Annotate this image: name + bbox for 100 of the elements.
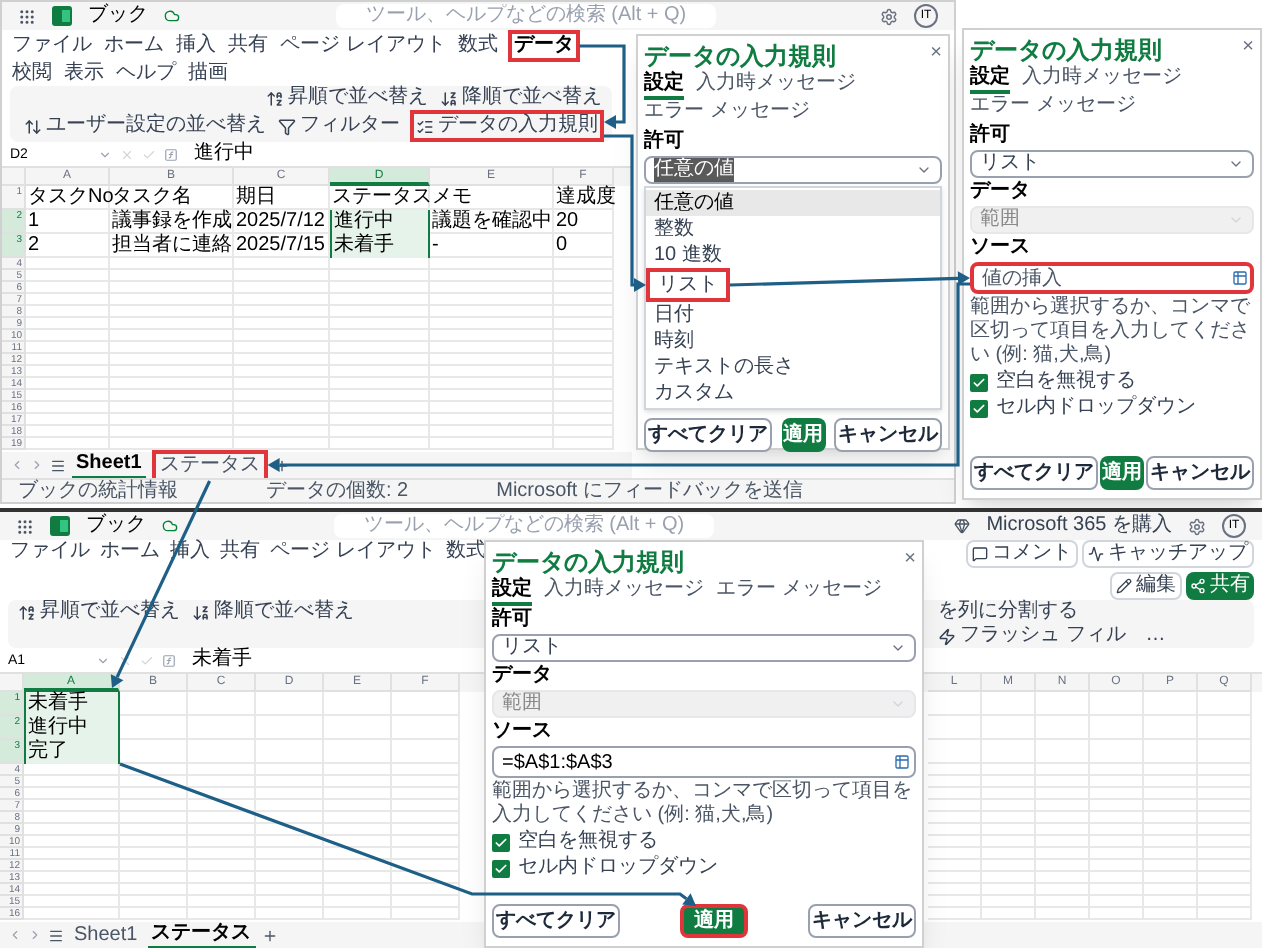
formula-value[interactable]: 進行中	[194, 142, 254, 166]
ribbon-button[interactable]: ユーザー設定の並べ替え	[22, 114, 268, 138]
next-icon[interactable]	[28, 928, 42, 942]
empty-cell	[928, 716, 982, 740]
ribbon-button[interactable]: フィルター	[276, 114, 402, 138]
dialog-button[interactable]: キャンセル	[834, 418, 942, 452]
function-icon[interactable]	[162, 653, 176, 667]
dialog-button[interactable]: すべてクリア	[970, 456, 1098, 490]
dropdown-option[interactable]: 整数	[646, 216, 702, 242]
dropdown-option[interactable]: 任意の値	[646, 190, 940, 216]
dropdown-option[interactable]: 時刻	[646, 328, 702, 354]
status-text: データの個数: 2	[266, 479, 409, 503]
formula-value[interactable]: 未着手	[192, 648, 252, 672]
sheet-tab[interactable]: Sheet1	[70, 923, 142, 947]
sort-ascending-icon	[18, 603, 36, 621]
next-icon[interactable]	[30, 458, 44, 472]
app-launcher-icon[interactable]	[16, 517, 34, 535]
ribbon-button[interactable]: 昇順で並べ替え	[264, 86, 430, 110]
dialog-title: データの入力規則	[492, 550, 684, 576]
add-sheet-icon[interactable]	[261, 927, 278, 943]
sheet-tab[interactable]: ステータス	[147, 921, 256, 948]
close-button[interactable]: ×	[904, 550, 916, 570]
ribbon-button[interactable]: フラッシュ フィル	[936, 624, 1128, 648]
table-cell: 期日	[234, 186, 330, 210]
menu-tab[interactable]: 表示	[62, 62, 106, 86]
range-picker-icon[interactable]	[1232, 270, 1248, 286]
menu-tab[interactable]: 挿入	[174, 34, 218, 58]
dialog-tab[interactable]: 設定	[644, 72, 684, 100]
ribbon-button[interactable]: …	[1143, 624, 1168, 648]
hint-text: 範囲から選択するか、コンマで区切って項目を入力してください (例: 猫,犬,鳥)	[492, 780, 914, 828]
close-button[interactable]: ×	[930, 44, 942, 64]
dropdown-option[interactable]: リスト	[646, 268, 730, 302]
menu-tab[interactable]: 共有	[226, 34, 270, 58]
menu-tab[interactable]: 校閲	[10, 62, 54, 86]
comment-icon	[972, 546, 988, 562]
toolbar-button[interactable]: キャッチアップ	[1082, 540, 1254, 568]
menu-tab[interactable]: ホーム	[102, 34, 166, 58]
dropdown-option[interactable]: 10 進数	[646, 242, 730, 268]
dialog-tab[interactable]: 設定	[970, 66, 1010, 94]
menu-tab[interactable]: ページ レイアウト	[268, 540, 438, 564]
dialog-tab[interactable]: エラー メッセージ	[716, 578, 882, 606]
dialog-tab[interactable]: 設定	[492, 578, 532, 606]
settings-icon[interactable]	[880, 7, 898, 25]
dialog-tab[interactable]: エラー メッセージ	[644, 100, 810, 128]
dialog-button[interactable]: キャンセル	[1146, 456, 1254, 490]
dropdown-option[interactable]: 日付	[646, 302, 702, 328]
caret-icon[interactable]	[96, 653, 110, 667]
dialog-tab[interactable]: 入力時メッセージ	[544, 578, 704, 606]
checkbox[interactable]	[492, 833, 510, 851]
apply-button[interactable]: 適用	[1100, 456, 1144, 490]
ribbon-button[interactable]: 降順で並べ替え	[190, 600, 356, 624]
dropdown[interactable]: 任意の値	[644, 156, 942, 184]
ribbon-button[interactable]: 降順で並べ替え	[438, 86, 604, 110]
menu-tab[interactable]: 数式	[455, 34, 500, 58]
dialog-tab[interactable]: エラー メッセージ	[970, 94, 1136, 122]
toolbar-button[interactable]: コメント	[966, 540, 1078, 568]
table-cell: 進行中	[330, 210, 430, 234]
checkbox[interactable]	[492, 859, 510, 877]
app-launcher-icon[interactable]	[18, 7, 36, 25]
menu-tab[interactable]: ページ レイアウト	[278, 34, 448, 58]
source-field[interactable]: 値の挿入	[970, 262, 1254, 294]
menu-tab[interactable]: ヘルプ	[114, 62, 178, 86]
check-icon[interactable]	[142, 147, 156, 161]
cancel-icon[interactable]	[118, 653, 132, 667]
apply-button[interactable]: 適用	[781, 418, 825, 452]
function-icon[interactable]	[164, 147, 178, 161]
dropdown-option[interactable]: カスタム	[646, 380, 742, 406]
dialog-tab[interactable]: 入力時メッセージ	[1022, 66, 1182, 94]
close-button[interactable]: ×	[1242, 38, 1254, 58]
dialog-button[interactable]: すべてクリア	[644, 418, 772, 452]
range-picker-icon[interactable]	[894, 754, 910, 770]
dialog-button[interactable]: キャンセル	[808, 904, 916, 938]
menu-tab[interactable]: ファイル	[10, 34, 94, 58]
previous-icon[interactable]	[10, 458, 24, 472]
menu-tab[interactable]: ファイル	[8, 540, 92, 564]
promo-link[interactable]: Microsoft 365 を購入	[986, 514, 1172, 538]
check-icon[interactable]	[140, 653, 154, 667]
diamond-icon	[954, 518, 971, 534]
dialog-button[interactable]: すべてクリア	[492, 904, 620, 938]
dropdown-option[interactable]: テキストの長さ	[646, 354, 802, 380]
caret-icon[interactable]	[98, 147, 112, 161]
checkbox-label: 空白を無視する	[518, 830, 658, 854]
settings-icon[interactable]	[1188, 517, 1206, 535]
apply-button[interactable]: 適用	[680, 904, 748, 938]
ribbon-button[interactable]: データの入力規則	[410, 110, 604, 142]
dropdown[interactable]: リスト	[492, 634, 916, 662]
menu-icon[interactable]	[48, 927, 64, 943]
checkbox[interactable]	[970, 399, 988, 417]
source-field[interactable]: =$A$1:$A$3	[492, 746, 916, 778]
menu-tab[interactable]: 描画	[186, 62, 230, 86]
ribbon-button[interactable]: を列に分割する	[936, 600, 1080, 624]
dialog-tab[interactable]: 入力時メッセージ	[696, 72, 856, 100]
previous-icon[interactable]	[8, 928, 22, 942]
menu-tab[interactable]: ホーム	[98, 540, 162, 564]
menu-tab[interactable]: データ	[507, 30, 580, 62]
toolbar-button[interactable]: 共有	[1186, 572, 1254, 600]
dropdown[interactable]: リスト	[970, 150, 1254, 178]
menu-tab[interactable]: 共有	[218, 540, 262, 564]
menu-icon[interactable]	[50, 457, 66, 473]
checkbox[interactable]	[970, 373, 988, 391]
